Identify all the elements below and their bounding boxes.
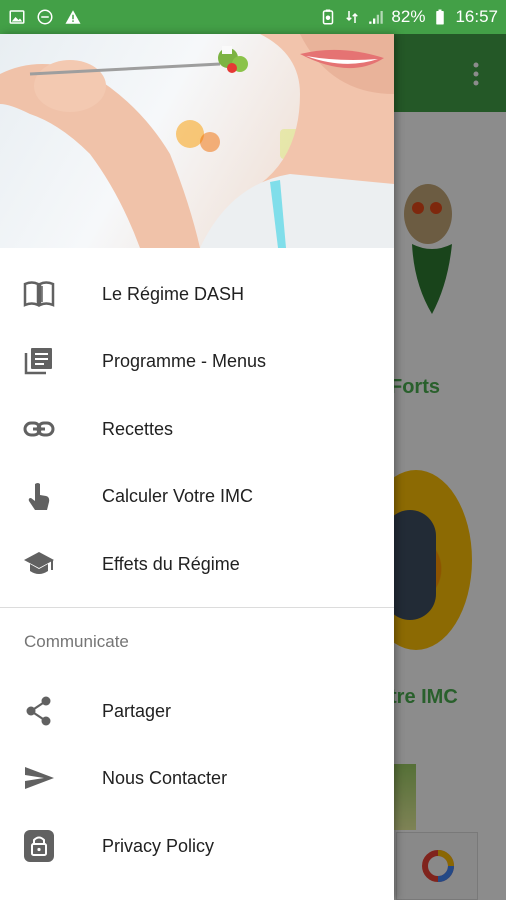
- menu-item-calculer-imc[interactable]: Calculer Votre IMC: [0, 466, 394, 526]
- menu-item-label: Effets du Régime: [102, 553, 240, 574]
- drawer-header-image: [0, 34, 394, 248]
- lock-icon: [24, 830, 54, 862]
- menu-item-effets-regime[interactable]: Effets du Régime: [0, 534, 394, 594]
- menu-item-recettes[interactable]: Recettes: [0, 399, 394, 459]
- battery-percentage: 82%: [391, 7, 426, 26]
- menu-item-programme-menus[interactable]: Programme - Menus: [0, 331, 394, 391]
- send-icon: [25, 767, 54, 789]
- book-open-icon: [23, 281, 55, 308]
- image-notification-icon: [9, 10, 25, 24]
- status-right: 82% 16:57: [319, 7, 506, 27]
- data-arrows-icon: [346, 11, 359, 23]
- library-books-icon: [24, 348, 52, 375]
- menu-item-label: Privacy Policy: [102, 835, 215, 856]
- status-left-icons: [0, 8, 82, 26]
- menu-item-privacy-policy[interactable]: Privacy Policy: [0, 816, 394, 876]
- section-header-communicate: Communicate: [24, 632, 129, 651]
- warning-icon: [65, 10, 81, 24]
- battery-saver-icon: [323, 9, 334, 25]
- menu-item-nous-contacter[interactable]: Nous Contacter: [0, 748, 394, 808]
- menu-item-label: Nous Contacter: [102, 767, 228, 788]
- menu-item-label: Recettes: [102, 418, 174, 439]
- menu-item-label: Le Régime DASH: [102, 283, 245, 304]
- menu-divider: [0, 607, 394, 608]
- signal-icon: [369, 11, 384, 24]
- clock: 16:57: [455, 7, 498, 26]
- menu-item-label: Calculer Votre IMC: [102, 485, 254, 506]
- graduation-cap-icon: [24, 552, 54, 574]
- menu-item-label: Partager: [102, 700, 172, 721]
- menu-item-regime-dash[interactable]: Le Régime DASH: [0, 264, 394, 324]
- link-icon: [23, 421, 55, 437]
- share-icon: [26, 696, 51, 726]
- battery-icon: [436, 9, 445, 25]
- menu-item-label: Programme - Menus: [102, 350, 267, 371]
- do-not-disturb-icon: [37, 9, 53, 25]
- touch-hand-icon: [28, 483, 50, 510]
- menu-item-partager[interactable]: Partager: [0, 681, 394, 741]
- woman-eating-salad-image: [0, 34, 394, 248]
- navigation-drawer: Le Régime DASH Programme - Menus Recette…: [0, 34, 394, 900]
- status-bar: 82% 16:57: [0, 0, 506, 34]
